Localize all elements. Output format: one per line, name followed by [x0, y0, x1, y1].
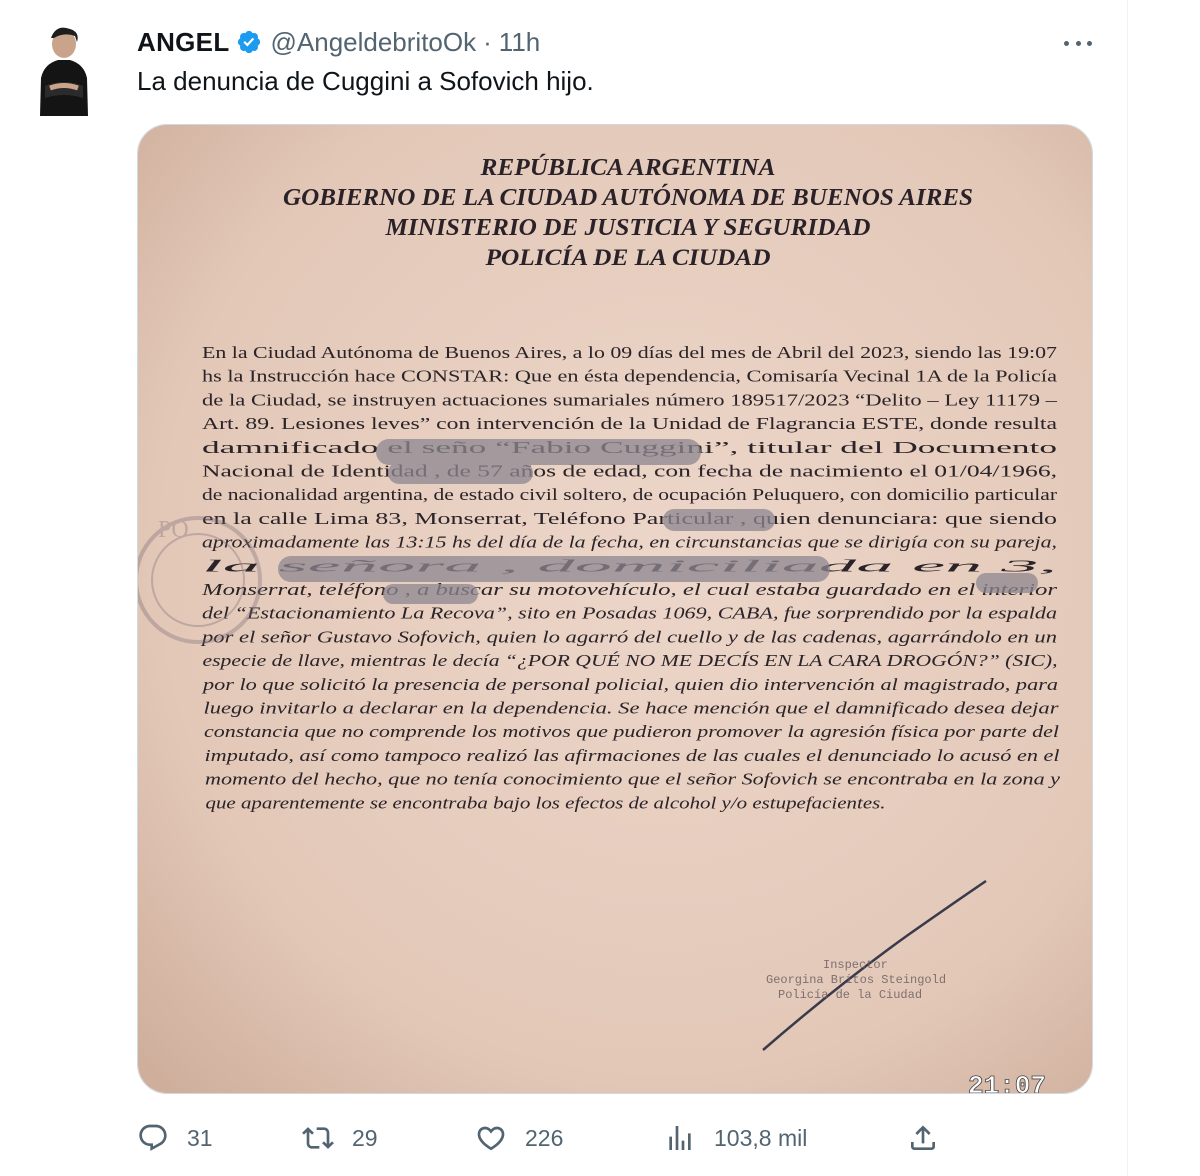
document-body-line: Art. 89. Lesiones leves” con intervenció… — [202, 414, 1058, 433]
document-body-line: Monserrat, teléfono , a buscar su motove… — [201, 580, 1058, 599]
repost-count: 29 — [352, 1124, 378, 1151]
tweet-action-bar: 31 29 226 103,8 mil — [137, 1116, 947, 1160]
document-body-line: constancia que no comprende los motivos … — [204, 722, 1059, 741]
more-dots-icon[interactable] — [1058, 28, 1098, 58]
repost-icon — [302, 1127, 334, 1149]
document-body-line: del “Estacionamiento La Recova”, sito en… — [202, 604, 1057, 623]
tweet-media-photo[interactable]: REPÚBLICA ARGENTINA GOBIERNO DE LA CIUDAD… — [137, 124, 1093, 1094]
redaction-mark — [383, 584, 478, 604]
document-body-line: momento del hecho, que no tenía conocimi… — [205, 770, 1061, 789]
like-count: 226 — [525, 1124, 564, 1151]
document-heading-line: POLICÍA DE LA CIUDAD — [484, 245, 771, 270]
tweet-text: La denuncia de Cuggini a Sofovich hijo. — [137, 66, 594, 96]
reply-button[interactable]: 31 — [137, 1116, 213, 1160]
document-heading-line: MINISTERIO DE JUSTICIA Y SEGURIDAD — [384, 215, 870, 241]
heart-icon — [477, 1126, 505, 1151]
document-photo: REPÚBLICA ARGENTINA GOBIERNO DE LA CIUDAD… — [138, 125, 1092, 1094]
document-body-line: por el señor Gustavo Sofovich, quien lo … — [201, 627, 1057, 646]
document-body-line: que aparentemente se encontraba bajo los… — [206, 793, 886, 812]
timeline-border — [1127, 0, 1128, 1176]
stamp-text: PO — [158, 517, 189, 543]
views-count: 103,8 mil — [714, 1124, 808, 1151]
document-heading-line: GOBIERNO DE LA CIUDAD AUTÓNOMA DE BUENOS… — [283, 184, 973, 211]
verified-badge-icon — [236, 29, 262, 55]
share-button[interactable] — [907, 1116, 939, 1160]
document-body-line: hs la Instrucción hace CONSTAR: Que en é… — [202, 367, 1058, 386]
tweet-header: ANGEL @AngeldebritoOk · 11h — [137, 26, 540, 58]
avatar[interactable] — [36, 26, 92, 116]
redaction-mark — [663, 509, 775, 531]
tweet-time[interactable]: 11h — [499, 27, 540, 58]
document-body-line: por lo que solicitó la presencia de pers… — [202, 675, 1058, 694]
reply-icon — [139, 1124, 167, 1151]
redaction-mark — [976, 573, 1038, 593]
document-body-line: de nacionalidad argentina, de estado civ… — [202, 485, 1057, 504]
repost-button[interactable]: 29 — [302, 1116, 378, 1160]
redaction-mark — [388, 462, 533, 484]
document-body-line: luego invitarlo a declarar en la depende… — [204, 699, 1060, 718]
author-handle[interactable]: @AngeldebritoOk — [271, 27, 477, 58]
like-button[interactable]: 226 — [475, 1116, 563, 1160]
share-icon — [911, 1125, 935, 1150]
reply-count: 31 — [187, 1124, 213, 1151]
redaction-mark — [278, 556, 830, 582]
document-body-line: aproximadamente las 13:15 hs del día de … — [202, 533, 1057, 552]
separator-dot: · — [483, 26, 492, 57]
document-body-line: En la Ciudad Autónoma de Buenos Aires, a… — [202, 343, 1058, 362]
redaction-mark — [376, 439, 701, 465]
photo-timestamp: 21:07 — [968, 1071, 1046, 1094]
signature-text: Inspector — [823, 958, 888, 972]
avatar-image — [40, 27, 88, 116]
views-button[interactable]: 103,8 mil — [664, 1116, 807, 1160]
signature-text: Georgina Britos Steingold — [766, 973, 946, 987]
document-body-line: en la calle Lima 83, Monserrat, Teléfono… — [202, 509, 1057, 528]
document-body-line: especie de llave, mientras le decía “¿PO… — [203, 651, 1058, 670]
views-chart-icon — [669, 1126, 691, 1150]
signature-text: Policía de la Ciudad — [778, 988, 922, 1002]
display-name[interactable]: ANGEL — [137, 27, 230, 58]
document-body-line: de la Ciudad, se instruyen actuaciones s… — [202, 390, 1058, 409]
document-body-line: imputado, así como tampoco realizó las a… — [205, 746, 1060, 765]
document-heading-line: REPÚBLICA ARGENTINA — [479, 155, 775, 181]
